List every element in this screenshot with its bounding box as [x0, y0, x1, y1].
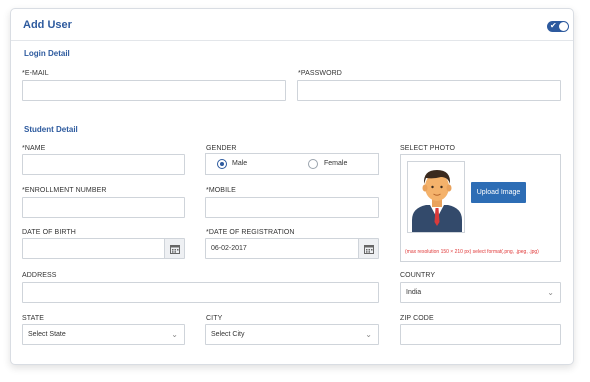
gender-label: GENDER — [206, 145, 237, 152]
registration-date-field[interactable]: 06-02-2017 — [205, 238, 379, 259]
check-icon: ✔ — [550, 21, 557, 30]
mobile-label: *MOBILE — [206, 187, 236, 194]
status-toggle[interactable]: ✔ — [547, 21, 569, 32]
zip-code-field[interactable] — [400, 324, 561, 345]
city-label: CITY — [206, 315, 223, 322]
address-field[interactable] — [22, 282, 379, 303]
registration-label: *DATE OF REGISTRATION — [206, 229, 295, 236]
gender-male-label[interactable]: Male — [232, 160, 247, 167]
dob-calendar-button[interactable] — [164, 239, 184, 258]
calendar-icon — [170, 245, 180, 254]
gender-male-radio[interactable] — [217, 159, 227, 169]
upload-image-button[interactable]: Upload Image — [471, 182, 526, 203]
city-value: Select City — [211, 331, 245, 338]
email-label: *E-MAIL — [22, 70, 49, 77]
gender-female-label[interactable]: Female — [324, 160, 347, 167]
enrollment-field[interactable] — [22, 197, 185, 218]
name-label: *NAME — [22, 145, 46, 152]
state-select[interactable]: Select State ⌄ — [22, 324, 185, 345]
gender-group: Male Female — [205, 153, 379, 175]
photo-label: SELECT PHOTO — [400, 145, 456, 152]
country-value: India — [406, 289, 422, 296]
password-label: *PASSWORD — [298, 70, 342, 77]
photo-format-note: (max resolution 150 × 210 px) select for… — [405, 249, 539, 255]
toggle-knob — [559, 22, 568, 31]
country-label: COUNTRY — [400, 272, 436, 279]
chevron-down-icon: ⌄ — [547, 288, 554, 297]
chevron-down-icon: ⌄ — [365, 330, 372, 339]
password-field[interactable] — [297, 80, 561, 101]
student-detail-title: Student Detail — [24, 125, 78, 134]
registration-date-value: 06-02-2017 — [211, 245, 247, 252]
city-select[interactable]: Select City ⌄ — [205, 324, 379, 345]
address-label: ADDRESS — [22, 272, 57, 279]
mobile-field[interactable] — [205, 197, 379, 218]
gender-female-radio[interactable] — [308, 159, 318, 169]
page-title: Add User — [23, 19, 72, 31]
dob-field[interactable] — [22, 238, 185, 259]
zip-label: ZIP CODE — [400, 315, 434, 322]
photo-upload-area: Upload Image (max resolution 150 × 210 p… — [400, 154, 561, 262]
chevron-down-icon: ⌄ — [171, 330, 178, 339]
card-header: Add User ✔ — [11, 9, 573, 41]
country-select[interactable]: India ⌄ — [400, 282, 561, 303]
dob-label: DATE OF BIRTH — [22, 229, 76, 236]
registration-calendar-button[interactable] — [358, 239, 378, 258]
login-detail-title: Login Detail — [24, 49, 70, 58]
enrollment-label: *ENROLLMENT NUMBER — [22, 187, 107, 194]
state-value: Select State — [28, 331, 66, 338]
user-avatar-icon — [408, 162, 464, 232]
avatar — [407, 161, 465, 233]
calendar-icon — [364, 245, 374, 254]
email-field[interactable] — [22, 80, 286, 101]
name-field[interactable] — [22, 154, 185, 175]
state-label: STATE — [22, 315, 45, 322]
